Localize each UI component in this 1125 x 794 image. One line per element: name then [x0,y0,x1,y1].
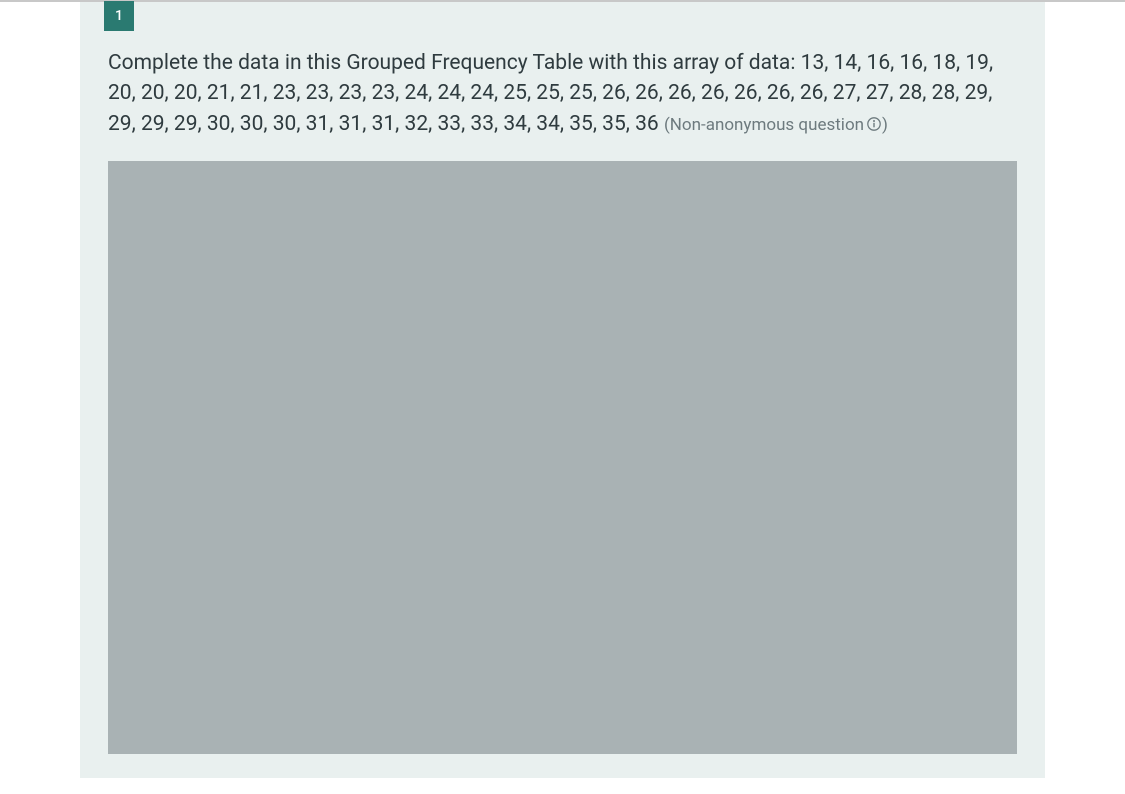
meta-close: ) [882,115,888,135]
page-wrapper: 1 Complete the data in this Grouped Freq… [0,2,1125,794]
question-meta: (Non-anonymous question) [664,115,888,135]
content-placeholder [108,161,1017,754]
question-number-badge: 1 [104,1,134,31]
question-card: 1 Complete the data in this Grouped Freq… [80,2,1045,778]
info-icon[interactable] [866,116,882,132]
question-text-block: Complete the data in this Grouped Freque… [108,48,1017,139]
question-number: 1 [115,8,123,24]
meta-label: (Non-anonymous question [664,115,864,135]
